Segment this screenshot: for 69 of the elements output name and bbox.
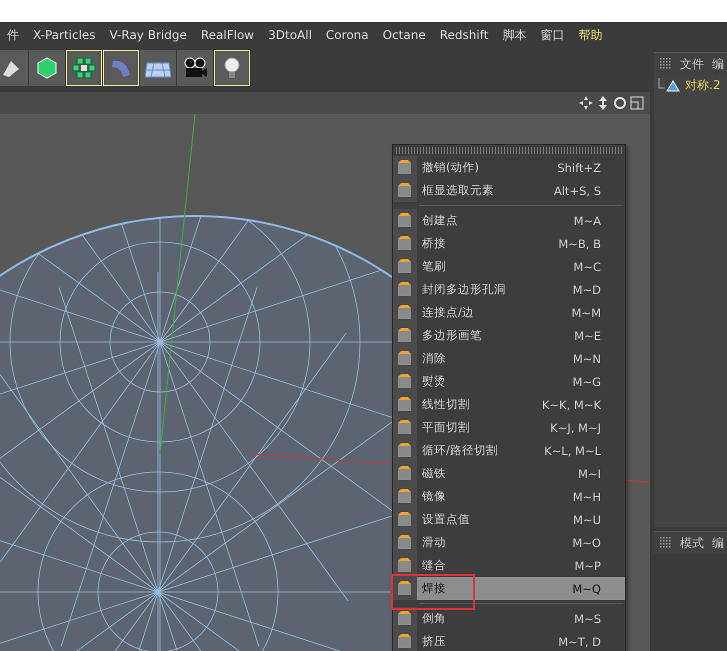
grip-bar[interactable] [396, 147, 622, 154]
menu-item[interactable]: 磁铁 M~I [393, 462, 625, 485]
tool-icon [396, 610, 414, 628]
menu-item[interactable]: 连接点/边 M~M [393, 301, 625, 324]
tool-icon [396, 510, 414, 528]
menu-item[interactable]: X-Particles [26, 28, 103, 42]
tool-icon [396, 372, 414, 390]
menu-item[interactable]: Octane [376, 28, 433, 42]
tool-icon [396, 556, 414, 574]
toolbar-button[interactable] [177, 50, 213, 86]
menu-item[interactable]: 3DtoAll [261, 28, 319, 42]
menu-item[interactable]: 编 [712, 534, 724, 552]
menu-item[interactable]: 撤销(动作) Shift+Z [393, 156, 625, 179]
menu-item[interactable]: 编 [712, 56, 724, 72]
tool-icon [396, 534, 414, 552]
tool-icon [396, 396, 414, 414]
menu-item[interactable]: 件 [0, 26, 26, 44]
grip-icon[interactable] [660, 537, 672, 549]
menu-item[interactable]: 笔刷 M~C [393, 255, 625, 278]
menu-item[interactable]: Corona [318, 28, 376, 42]
menu-item[interactable]: 线性切割 K~K, M~K [393, 393, 625, 416]
menu-item[interactable]: 缝合 M~P [393, 554, 625, 577]
menu-item[interactable]: 挤压 M~T, D [393, 630, 625, 651]
menu-item[interactable]: 文件 [680, 56, 704, 72]
menu-item[interactable]: 消除 M~N [393, 347, 625, 370]
tool-icon [396, 280, 414, 298]
menu-item[interactable]: 桥接 M~B, B [393, 232, 625, 255]
menu-item[interactable]: 模式 [680, 534, 704, 552]
tool-icon [396, 350, 414, 368]
tool-icon [396, 632, 414, 650]
tool-icon [396, 158, 414, 176]
tool-icon [396, 326, 414, 344]
tool-icon [396, 580, 414, 598]
tool-icon [396, 304, 414, 322]
symmetry-object-icon [658, 78, 682, 94]
tool-icon [396, 442, 414, 460]
menu-item[interactable]: 窗口 [533, 26, 572, 44]
menu-item[interactable]: 平面切割 K~J, M~J [393, 416, 625, 439]
tool-icon [396, 464, 414, 482]
menu-item[interactable]: 封闭多边形孔洞 M~D [393, 278, 625, 301]
grip-icon[interactable] [660, 58, 672, 70]
rotate-icon[interactable] [613, 96, 627, 110]
menu-item[interactable]: 滑动 M~O [393, 531, 625, 554]
menu-item[interactable]: 帮助 [571, 26, 610, 44]
menu-item[interactable]: Redshift [432, 28, 496, 42]
menu-item[interactable]: 镜像 M~H [393, 485, 625, 508]
tool-icon [396, 418, 414, 436]
toolbar-button[interactable] [29, 50, 65, 86]
maximize-icon[interactable] [630, 96, 644, 110]
tool-icon [396, 488, 414, 506]
menu-item[interactable]: 焊接 M~Q [393, 577, 625, 600]
move-icon[interactable] [579, 96, 593, 110]
menu-item[interactable]: 设置点值 M~U [393, 508, 625, 531]
menu-item[interactable]: V-Ray Bridge [102, 28, 194, 42]
menu-item[interactable]: RealFlow [194, 28, 262, 42]
tool-icon [396, 212, 414, 230]
menu-item[interactable]: 熨烫 M~G [393, 370, 625, 393]
vertical-arrows-icon[interactable] [596, 96, 610, 110]
menu-item[interactable]: 循环/路径切割 K~L, M~L [393, 439, 625, 462]
cubes-ring-icon [71, 55, 97, 81]
object-name[interactable]: 对称.2 [685, 77, 720, 94]
menu-item[interactable]: 倒角 M~S [393, 607, 625, 630]
menu-item[interactable]: 框显选取元素 Alt+S, S [393, 179, 625, 202]
menu-item[interactable]: 创建点 M~A [393, 209, 625, 232]
menu-item[interactable]: 多边形画笔 M~E [393, 324, 625, 347]
tool-icon [396, 234, 414, 252]
tool-icon [396, 258, 414, 276]
tool-icon [396, 182, 414, 200]
menu-item[interactable]: 脚本 [495, 26, 534, 44]
